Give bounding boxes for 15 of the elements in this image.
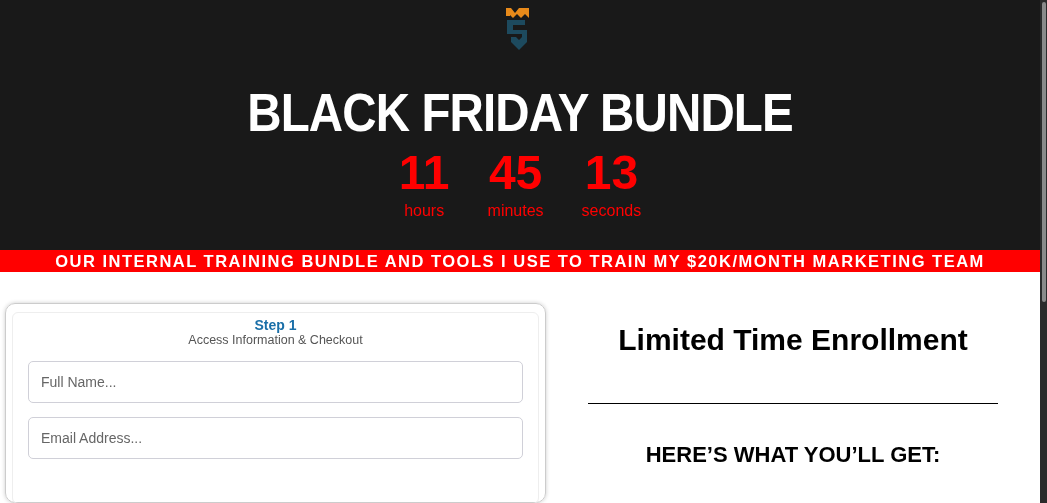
input-field[interactable]: Email Address...: [28, 417, 523, 459]
countdown-unit: seconds: [581, 202, 642, 220]
countdown-value: 11: [398, 146, 450, 200]
scrollbar[interactable]: [1040, 0, 1047, 503]
promo-banner: OUR INTERNAL TRAINING BUNDLE AND TOOLS I USE TO TRAIN MY $20K/MONTH MARKETING TEAM: [0, 250, 1040, 272]
countdown-unit: hours: [404, 202, 445, 220]
countdown-unit: minutes: [487, 202, 544, 220]
offer-heading: Limited Time Enrollment: [618, 323, 968, 357]
step-subtitle: Access Information & Checkout: [188, 333, 363, 347]
countdown-value: 45: [488, 146, 543, 200]
countdown-value: 13: [584, 146, 639, 200]
offer-subheading: HERE’S WHAT YOU’LL GET:: [645, 442, 941, 468]
step-title: Step 1: [254, 317, 297, 333]
input-field[interactable]: Full Name...: [28, 361, 523, 403]
page-title: BLACK FRIDAY BUNDLE: [247, 81, 793, 144]
